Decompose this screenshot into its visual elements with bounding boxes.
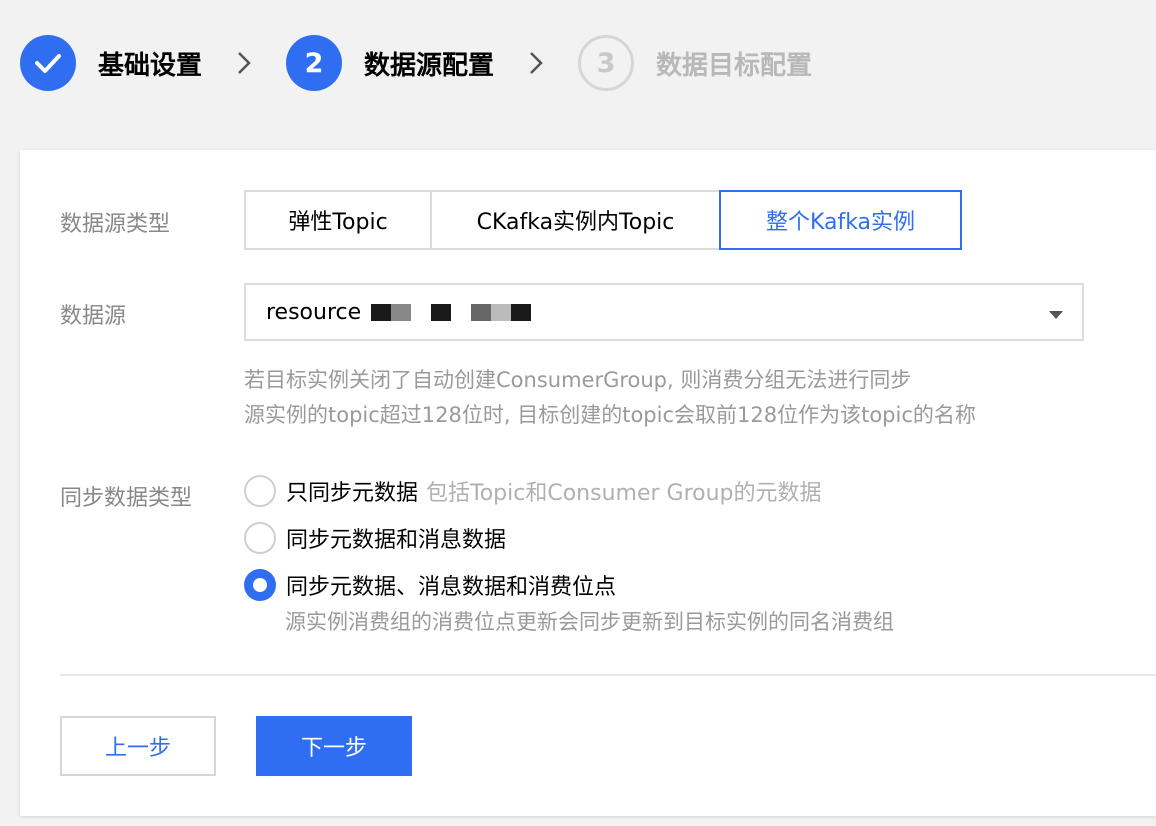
source-type-segmented: 弹性Topic CKafka实例内Topic 整个Kafka实例 bbox=[244, 190, 962, 250]
sync-option-metadata[interactable]: 只同步元数据 包括Topic和Consumer Group的元数据 bbox=[244, 475, 822, 507]
source-type-option-elastic-topic[interactable]: 弹性Topic bbox=[244, 190, 432, 250]
step-basic-settings: 基础设置 bbox=[20, 35, 202, 91]
redacted-mask bbox=[371, 303, 532, 321]
radio-button[interactable] bbox=[244, 522, 276, 554]
next-step-button[interactable]: 下一步 bbox=[256, 716, 412, 776]
sync-type-label: 同步数据类型 bbox=[60, 486, 193, 511]
radio-button[interactable] bbox=[244, 475, 276, 507]
hint-topic-length: 源实例的topic超过128位时, 目标创建的topic会取前128位作为该to… bbox=[244, 403, 976, 427]
form-card: 数据源类型 弹性Topic CKafka实例内Topic 整个Kafka实例 数… bbox=[20, 150, 1156, 816]
radio-label: 只同步元数据 bbox=[286, 481, 419, 506]
check-icon bbox=[20, 35, 76, 91]
radio-label: 同步元数据和消息数据 bbox=[286, 528, 507, 553]
radio-description: 源实例消费组的消费位点更新会同步更新到目标实例的同名消费组 bbox=[285, 610, 894, 634]
sync-option-metadata-messages[interactable]: 同步元数据和消息数据 bbox=[244, 522, 506, 554]
source-select-value: resource bbox=[266, 299, 362, 325]
divider bbox=[60, 674, 1156, 676]
hint-consumer-group: 若目标实例关闭了自动创建ConsumerGroup, 则消费分组无法进行同步 bbox=[244, 368, 912, 392]
radio-label: 同步元数据、消息数据和消费位点 bbox=[286, 575, 617, 600]
source-select[interactable]: resource bbox=[244, 283, 1084, 341]
caret-down-icon bbox=[1048, 305, 1064, 324]
sync-option-metadata-messages-offsets[interactable]: 同步元数据、消息数据和消费位点 bbox=[244, 569, 616, 601]
chevron-right-icon bbox=[494, 51, 578, 75]
step-number: 3 bbox=[578, 35, 635, 91]
source-type-option-whole-instance[interactable]: 整个Kafka实例 bbox=[719, 190, 962, 250]
stepper: 基础设置 2 数据源配置 3 数据目标配置 bbox=[20, 34, 812, 92]
step-target-config: 3 数据目标配置 bbox=[578, 35, 812, 91]
step-label: 数据源配置 bbox=[364, 50, 495, 81]
prev-step-button[interactable]: 上一步 bbox=[60, 716, 216, 776]
step-number: 2 bbox=[286, 35, 343, 91]
radio-description: 包括Topic和Consumer Group的元数据 bbox=[426, 481, 822, 506]
radio-button-checked[interactable] bbox=[244, 569, 276, 601]
source-type-option-ckafka-topic[interactable]: CKafka实例内Topic bbox=[430, 190, 721, 250]
step-source-config: 2 数据源配置 bbox=[286, 35, 494, 91]
source-type-label: 数据源类型 bbox=[60, 212, 171, 237]
step-label: 基础设置 bbox=[98, 50, 203, 81]
source-label: 数据源 bbox=[60, 304, 127, 329]
chevron-right-icon bbox=[202, 51, 286, 75]
step-label: 数据目标配置 bbox=[656, 50, 813, 81]
